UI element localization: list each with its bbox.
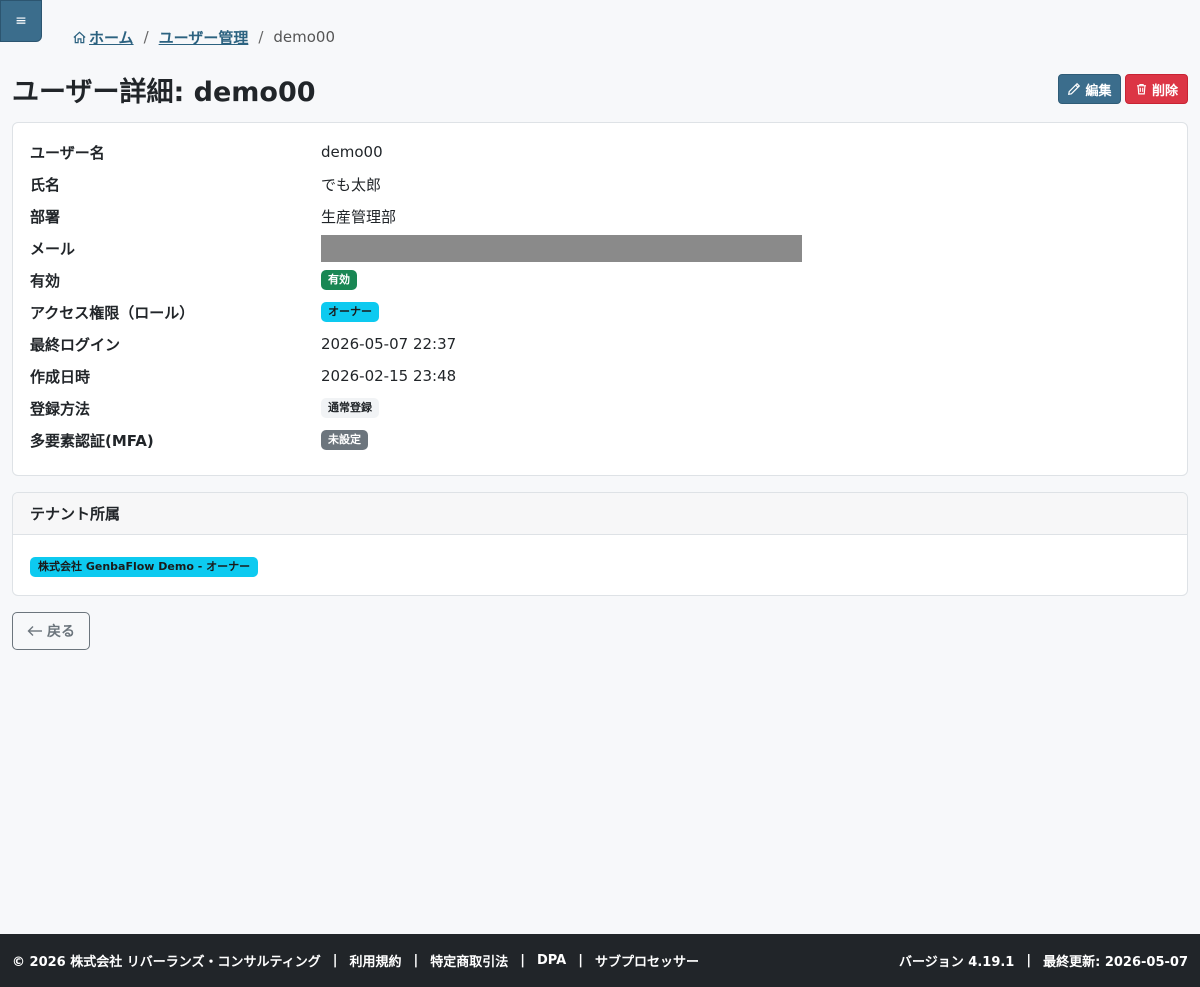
footer-separator: | — [578, 953, 583, 968]
home-icon — [73, 31, 86, 43]
detail-label: 有効 — [30, 271, 61, 290]
pencil-icon — [1068, 82, 1081, 95]
detail-label: 作成日時 — [30, 367, 91, 386]
email-redacted — [321, 234, 802, 262]
active-status-badge: 有効 — [321, 270, 357, 290]
breadcrumb-users-link[interactable]: ユーザー管理 — [159, 27, 249, 48]
detail-row-email: メール — [30, 232, 1170, 264]
detail-label: 氏名 — [30, 175, 61, 194]
detail-row-active: 有効 有効 — [30, 264, 1170, 296]
detail-label: メール — [30, 239, 76, 258]
commercial-law-link[interactable]: 特定商取引法 — [430, 951, 508, 970]
footer-separator: | — [520, 953, 526, 968]
username-value: demo00 — [321, 143, 383, 161]
detail-label: ユーザー名 — [30, 143, 105, 162]
detail-label: 登録方法 — [30, 399, 91, 418]
breadcrumb-home-label: ホーム — [89, 28, 134, 47]
breadcrumb-separator: / — [258, 28, 264, 46]
sidebar-toggle-button[interactable]: ≡ — [0, 0, 42, 42]
tenant-card-header: テナント所属 — [13, 493, 1187, 535]
footer-separator: | — [1026, 953, 1032, 968]
terms-link[interactable]: 利用規約 — [349, 951, 401, 970]
detail-row-fullname: 氏名 でも太郎 — [30, 168, 1170, 200]
detail-row-registration: 登録方法 通常登録 — [30, 392, 1170, 424]
subprocessors-link[interactable]: サブプロセッサー — [595, 951, 699, 970]
last-login-value: 2026-05-07 22:37 — [321, 335, 457, 353]
version-text: バージョン 4.19.1 — [899, 955, 1015, 970]
tenant-card: テナント所属 株式会社 GenbaFlow Demo - オーナー — [12, 492, 1188, 596]
tenant-badge: 株式会社 GenbaFlow Demo - オーナー — [30, 557, 259, 577]
detail-label: 多要素認証(MFA) — [30, 431, 154, 450]
dpa-link[interactable]: DPA — [537, 953, 566, 968]
page-title: ユーザー詳細: demo00 — [12, 77, 316, 108]
footer: © 2026 株式会社 リバーランズ・コンサルティング | 利用規約 | 特定商… — [0, 934, 1200, 987]
delete-button[interactable]: 削除 — [1125, 74, 1188, 104]
detail-row-mfa: 多要素認証(MFA) 未設定 — [30, 424, 1170, 456]
last-updated-text: 最終更新: 2026-05-07 — [1043, 955, 1188, 970]
back-button-label: 戻る — [47, 624, 75, 640]
detail-label: 部署 — [30, 207, 61, 226]
detail-label: アクセス権限（ロール） — [30, 303, 195, 322]
breadcrumb-current: demo00 — [273, 28, 336, 46]
detail-row-department: 部署 生産管理部 — [30, 200, 1170, 232]
registration-method-badge: 通常登録 — [321, 398, 379, 418]
breadcrumb-home-link[interactable]: ホーム — [72, 27, 134, 48]
menu-icon: ≡ — [15, 13, 27, 29]
created-at-value: 2026-02-15 23:48 — [321, 367, 457, 385]
fullname-value: でも太郎 — [321, 175, 382, 194]
detail-label: 最終ログイン — [30, 335, 121, 354]
footer-separator: | — [332, 953, 338, 968]
detail-row-last-login: 最終ログイン 2026-05-07 22:37 — [30, 328, 1170, 360]
back-button[interactable]: 戻る — [12, 612, 90, 650]
arrow-left-icon — [27, 626, 42, 636]
edit-button-label: 編集 — [1085, 83, 1112, 99]
footer-separator: | — [413, 953, 419, 968]
copyright-text: © 2026 株式会社 リバーランズ・コンサルティング — [12, 955, 321, 970]
user-details-card: ユーザー名 demo00 氏名 でも太郎 部署 生産管理部 メール 有効 有効 … — [12, 122, 1188, 476]
delete-button-label: 削除 — [1151, 83, 1178, 99]
breadcrumb: ホーム / ユーザー管理 / demo00 — [72, 26, 335, 48]
edit-button[interactable]: 編集 — [1058, 74, 1121, 104]
role-badge: オーナー — [321, 302, 379, 322]
breadcrumb-separator: / — [143, 28, 149, 46]
detail-row-role: アクセス権限（ロール） オーナー — [30, 296, 1170, 328]
mfa-status-badge: 未設定 — [321, 430, 368, 450]
trash-icon — [1137, 83, 1146, 95]
department-value: 生産管理部 — [321, 207, 397, 226]
detail-row-created: 作成日時 2026-02-15 23:48 — [30, 360, 1170, 392]
detail-row-username: ユーザー名 demo00 — [30, 136, 1170, 168]
